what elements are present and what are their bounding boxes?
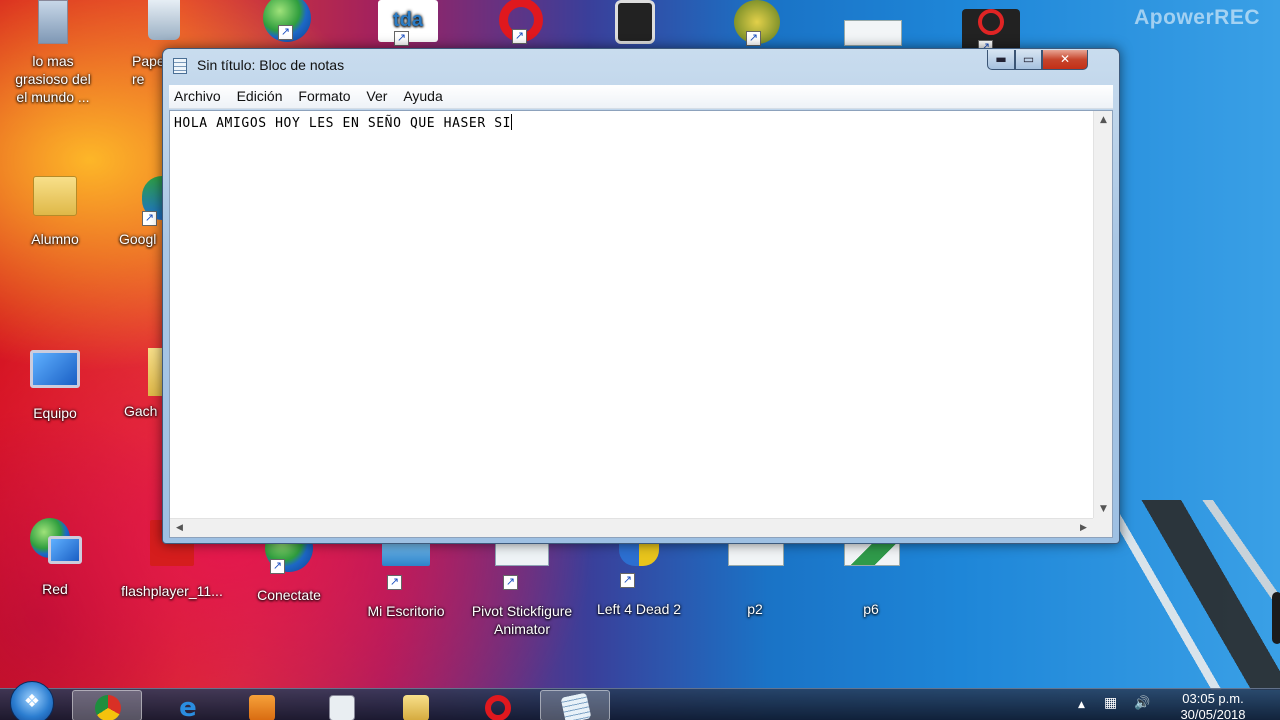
chrome-icon [95,695,121,720]
menu-bar: Archivo Edición Formato Ver Ayuda [169,85,1113,109]
menu-formato[interactable]: Formato [293,85,357,109]
desktop-icon-label: Red [42,581,68,597]
chrome-icon: ↗ [142,176,162,226]
menu-ayuda[interactable]: Ayuda [398,85,449,109]
network-icon [28,518,82,568]
volume-icon[interactable]: 🔊 [1134,696,1150,711]
desktop-icon-label: Gach [124,403,158,419]
recorder-handle[interactable] [1272,592,1280,644]
globe-icon: ↗ [260,0,314,42]
shortcut-arrow-icon: ↗ [503,575,518,590]
scroll-up-arrow-icon[interactable]: ▲ [1094,115,1113,125]
horizontal-scrollbar[interactable]: ◀ ▶ [170,518,1093,537]
computer-icon [28,350,82,400]
desktop-icon-opera[interactable]: ↗ [476,0,566,48]
apowerrec-watermark: ApowerREC [1134,6,1260,29]
desktop-app-icon: ↗ [379,540,433,590]
clock-time: 03:05 p.m. [1182,691,1244,706]
shortcut-arrow-icon: ↗ [387,575,402,590]
opera-icon: ↗ [494,0,548,44]
game-shield-icon: ↗ [612,538,666,588]
desktop-icon-red[interactable]: Red [10,518,100,598]
vertical-scrollbar[interactable]: ▲ ▼ [1093,111,1112,518]
opera-icon [485,695,511,720]
shortcut-arrow-icon: ↗ [512,29,527,44]
taskbar-opera[interactable] [462,690,532,720]
desktop-icon-label: Mi Escritorio [367,603,445,619]
tray-expand-arrow-icon[interactable]: ▲ [1078,700,1085,710]
system-clock[interactable]: 03:05 p.m. 30/05/2018 [1168,691,1258,720]
text-content-area[interactable]: HOLA AMIGOS HOY LES EN SEÑO QUE HASER SI [174,114,1090,515]
recycle-bin-icon [148,0,188,46]
desktop-icon-browser-globe[interactable]: ↗ [242,0,332,44]
image-thumbnail-icon [844,538,900,588]
desktop-icon-label: Left 4 Dead 2 [596,601,682,617]
desktop-icon-label: Pape re [132,53,165,87]
desktop-icon-equipo[interactable]: Equipo [10,346,100,422]
maximize-button[interactable]: ▭ [1015,50,1042,70]
desktop-icon-label: Conectate [257,587,321,603]
internet-explorer-icon: e [179,693,197,720]
document-icon [329,695,355,720]
document-text: HOLA AMIGOS HOY LES EN SEÑO QUE HASER SI [174,116,512,131]
media-player-icon [249,695,275,720]
taskbar-presentation[interactable] [306,690,376,720]
window-title: Sin título: Bloc de notas [197,57,345,73]
scroll-left-arrow-icon[interactable]: ◀ [170,523,189,533]
shortcut-arrow-icon: ↗ [394,31,409,46]
desktop-icon-recycle-bin[interactable]: Pape re [118,0,180,88]
user-folder-icon [28,176,82,226]
taskbar-media-player[interactable] [226,690,296,720]
desktop-icon-label: Equipo [33,405,77,421]
start-button[interactable]: ❖ [10,681,54,720]
video-file-icon [26,0,80,46]
desktop-icon-game[interactable] [590,0,680,50]
desktop-icon-label: p2 [747,601,763,617]
notepad-window[interactable]: Sin título: Bloc de notas ▬ ▭ ✕ Archivo … [162,48,1120,544]
taskbar-internet-explorer[interactable]: e [152,690,222,720]
taskbar: ❖ e ▲ ▦ 🔊 03:05 p.m. 30/05/2018 [0,681,1280,720]
resize-grip[interactable] [1093,518,1112,537]
desktop-icon-label: Pivot Stickfigure Animator [471,603,573,637]
menu-ver[interactable]: Ver [361,85,394,109]
folder-icon [403,695,429,720]
desktop-icon-video[interactable]: lo mas grasioso del el mundo ... [8,0,98,106]
desktop-icon-tda[interactable]: tda ↗ [360,0,450,50]
desktop-icon-label: Alumno [31,231,79,247]
desktop-icon-game-2[interactable]: ↗ [712,0,802,50]
scroll-down-arrow-icon[interactable]: ▼ [1094,504,1113,514]
desktop-icon-google[interactable]: ↗ Googl [108,170,164,248]
shortcut-arrow-icon: ↗ [270,559,285,574]
desktop-icon-alumno[interactable]: Alumno [10,170,100,248]
taskbar-explorer[interactable] [380,690,450,720]
shortcut-arrow-icon: ↗ [278,25,293,40]
taskbar-notepad[interactable] [540,690,610,720]
desktop-icon-gach[interactable]: Gach [112,346,166,420]
minimize-button[interactable]: ▬ [987,50,1015,70]
network-icon[interactable]: ▦ [1104,695,1117,711]
title-bar[interactable]: Sin título: Bloc de notas ▬ ▭ ✕ [163,49,1119,83]
scroll-right-arrow-icon[interactable]: ▶ [1074,523,1093,533]
desktop-icon-label: Googl [119,231,157,247]
text-editor[interactable]: HOLA AMIGOS HOY LES EN SEÑO QUE HASER SI… [169,110,1113,538]
menu-archivo[interactable]: Archivo [169,85,228,109]
image-thumbnail-icon [728,538,784,588]
tda-icon: tda ↗ [378,0,438,46]
desktop-icon-label: p6 [863,601,879,617]
clock-date: 30/05/2018 [1180,707,1246,720]
shortcut-arrow-icon: ↗ [142,211,157,226]
desktop-icon-label: flashplayer_11... [121,583,223,599]
close-button[interactable]: ✕ [1042,50,1088,70]
notepad-icon [560,692,592,720]
shortcut-arrow-icon: ↗ [620,573,635,588]
warrior-icon: ↗ [730,0,784,46]
text-caret [511,114,513,130]
pivot-animator-icon: ↗ [495,540,549,590]
menu-edicion[interactable]: Edición [232,85,290,109]
taskbar-chrome[interactable] [72,690,142,720]
notepad-icon [173,58,187,74]
mask-icon [608,0,662,46]
shortcut-arrow-icon: ↗ [746,31,761,46]
desktop-icon-label: lo mas grasioso del el mundo ... [15,53,91,105]
